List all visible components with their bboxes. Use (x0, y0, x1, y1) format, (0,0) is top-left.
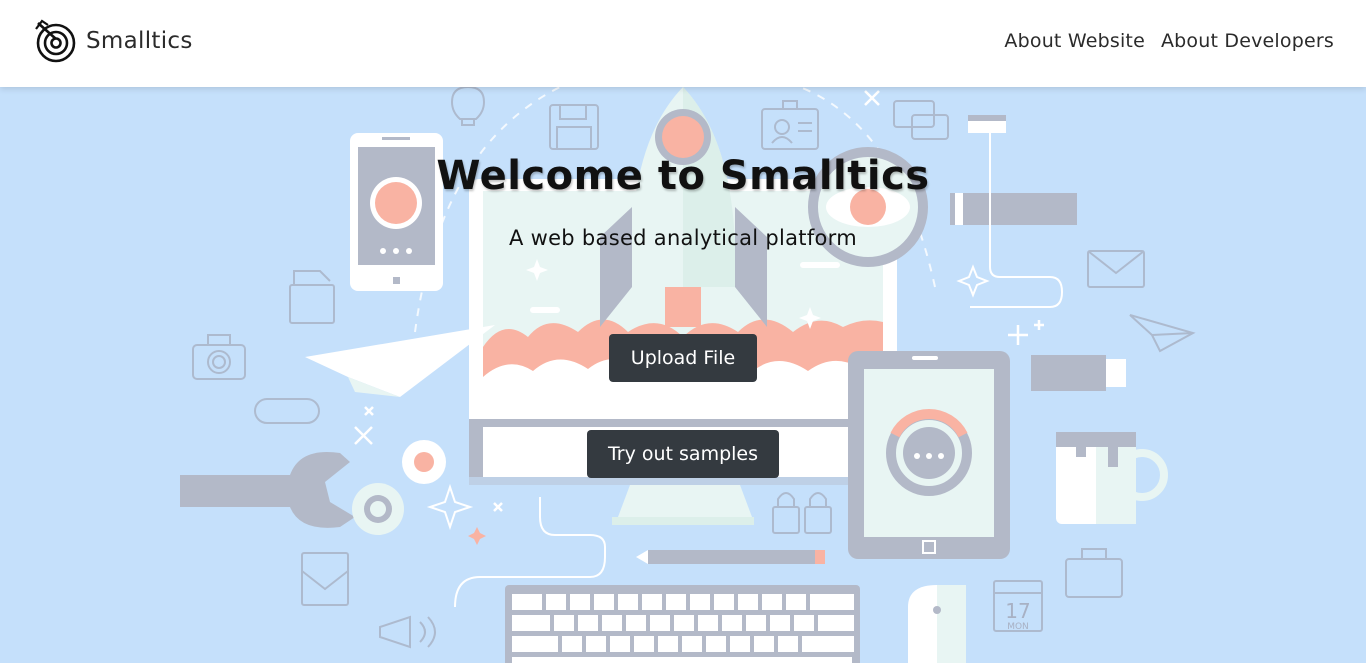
try-samples-button[interactable]: Try out samples (587, 430, 779, 478)
spiral-logo-icon (35, 19, 76, 63)
tablet-icon (848, 351, 1010, 559)
hero-section: 17 MON Welcome to Smalltics A web based … (0, 87, 1366, 663)
nav-links: About Website About Developers (1004, 30, 1334, 52)
brand-name: Smalltics (86, 28, 193, 54)
keyboard-icon (505, 585, 860, 663)
nav-about-developers[interactable]: About Developers (1161, 30, 1334, 52)
svg-text:17: 17 (1005, 599, 1030, 623)
mug-icon (1056, 432, 1168, 524)
hero-subtitle: A web based analytical platform (508, 226, 858, 250)
brand-link[interactable]: Smalltics (34, 17, 193, 65)
upload-file-button[interactable]: Upload File (609, 334, 757, 382)
hero-title: Welcome to Smalltics (436, 153, 930, 199)
nav-about-website[interactable]: About Website (1004, 30, 1145, 52)
svg-text:MON: MON (1007, 622, 1029, 632)
navbar: Smalltics About Website About Developers (0, 0, 1366, 87)
